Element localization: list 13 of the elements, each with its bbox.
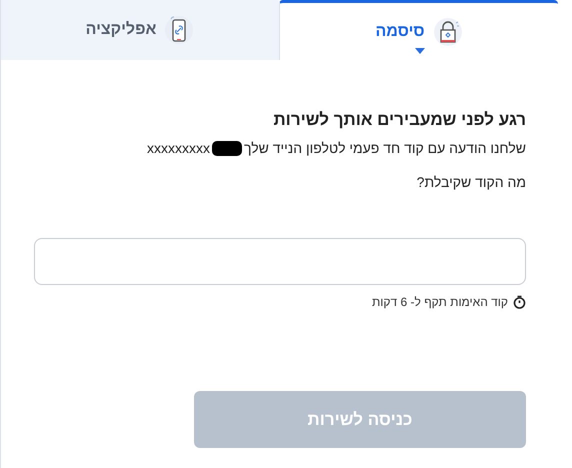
phone-link-icon <box>164 15 194 45</box>
tab[interactable]: סיסמה <box>279 0 558 60</box>
stopwatch-icon <box>513 295 526 309</box>
tab[interactable]: אפליקציה <box>1 0 279 60</box>
message-text: שלחנו הודעה עם קוד חד פעמי לטלפון הנייד שלך <box>244 140 526 156</box>
question-text: מה הקוד שקיבלת? <box>416 174 526 190</box>
caret-icon <box>415 48 425 54</box>
redaction-mark <box>212 140 242 156</box>
phone-number: xxxxxxxxx <box>147 140 210 156</box>
padlock-icon <box>432 16 463 46</box>
timer-note: קוד האימות תקף ל- 6 דקות <box>372 295 508 309</box>
heading: רגע לפני שמעבירים אותך לשירות <box>272 110 526 130</box>
code-field[interactable] <box>34 238 526 285</box>
